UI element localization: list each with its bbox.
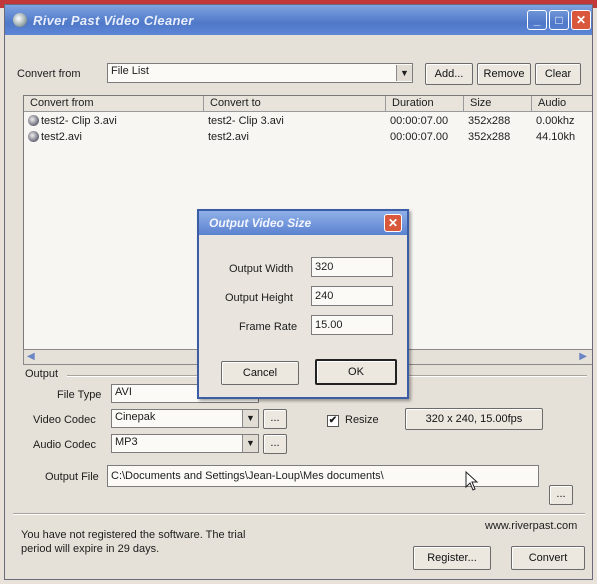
output-file-label: Output File	[45, 471, 99, 483]
mouse-cursor-icon	[465, 471, 479, 491]
output-height-label: Output Height	[225, 292, 293, 304]
add-button[interactable]: Add...	[425, 63, 473, 85]
resize-settings-button[interactable]: 320 x 240, 15.00fps	[405, 408, 543, 430]
row-duration: 00:00:07.00	[390, 131, 449, 143]
row-audio: 44.10kh	[536, 131, 576, 143]
trial-notice-line2: period will expire in 29 days.	[21, 543, 160, 555]
audio-codec-select[interactable]: MP3 ▼	[111, 434, 259, 453]
column-header-convert-to[interactable]: Convert to	[204, 96, 386, 112]
row-duration: 00:00:07.00	[390, 115, 449, 127]
output-width-input[interactable]: 320	[311, 257, 393, 277]
register-button[interactable]: Register...	[413, 546, 491, 570]
video-codec-select[interactable]: Cinepak ▼	[111, 409, 259, 428]
row-target-name: test2.avi	[208, 131, 249, 143]
video-file-icon	[28, 115, 39, 126]
row-source-name: test2- Clip 3.avi	[41, 115, 117, 127]
row-source-cell: test2.avi	[28, 131, 202, 143]
audio-codec-value: MP3	[115, 436, 138, 448]
row-audio: 0.00khz	[536, 115, 575, 127]
chevron-down-icon[interactable]: ▼	[242, 410, 258, 427]
row-size: 352x288	[468, 131, 511, 143]
window-title: River Past Video Cleaner	[33, 13, 194, 28]
dialog-cancel-button[interactable]: Cancel	[221, 361, 299, 385]
output-height-input[interactable]: 240	[311, 286, 393, 306]
scroll-right-icon[interactable]: ▶	[579, 351, 587, 362]
row-target-name: test2- Clip 3.avi	[208, 115, 284, 127]
resize-label: Resize	[345, 414, 379, 426]
dialog-ok-button[interactable]: OK	[315, 359, 397, 385]
chevron-down-icon[interactable]: ▼	[396, 65, 412, 81]
convert-from-label: Convert from	[17, 68, 81, 80]
video-codec-settings-button[interactable]: ...	[263, 409, 287, 429]
chevron-down-icon[interactable]: ▼	[242, 435, 258, 452]
frame-rate-input[interactable]: 15.00	[311, 315, 393, 335]
frame-rate-label: Frame Rate	[239, 321, 298, 333]
video-codec-label: Video Codec	[33, 414, 96, 426]
convert-button[interactable]: Convert	[511, 546, 585, 570]
scroll-left-icon[interactable]: ◀	[27, 351, 35, 362]
output-group-label: Output	[25, 368, 59, 380]
output-file-browse-button[interactable]: ...	[549, 485, 573, 505]
video-codec-value: Cinepak	[115, 411, 156, 423]
app-icon	[13, 13, 27, 27]
audio-codec-label: Audio Codec	[33, 439, 96, 451]
table-row[interactable]: test2.avi test2.avi 00:00:07.00 352x288 …	[24, 129, 592, 145]
row-source-name: test2.avi	[41, 131, 82, 143]
remove-button[interactable]: Remove	[477, 63, 531, 85]
website-link[interactable]: www.riverpast.com	[485, 520, 577, 532]
maximize-button[interactable]: □	[549, 10, 569, 30]
column-header-audio[interactable]: Audio	[532, 96, 592, 112]
source-select-value: File List	[111, 65, 149, 77]
output-width-label: Output Width	[229, 263, 294, 275]
file-type-label: File Type	[57, 389, 102, 401]
main-window: River Past Video Cleaner _ □ ✕ Convert f…	[4, 4, 593, 580]
title-bar: River Past Video Cleaner _ □ ✕	[5, 5, 592, 35]
dialog-title-bar: Output Video Size ✕	[199, 211, 407, 235]
column-header-convert-from[interactable]: Convert from	[24, 96, 204, 112]
video-file-icon	[28, 131, 39, 142]
minimize-button[interactable]: _	[527, 10, 547, 30]
dialog-title: Output Video Size	[209, 216, 312, 230]
footer-divider	[13, 513, 585, 515]
source-select[interactable]: File List ▼	[107, 63, 413, 83]
row-source-cell: test2- Clip 3.avi	[28, 115, 202, 127]
clear-button[interactable]: Clear	[535, 63, 581, 85]
row-size: 352x288	[468, 115, 511, 127]
trial-notice-line1: You have not registered the software. Th…	[21, 529, 246, 541]
dialog-close-button[interactable]: ✕	[384, 214, 402, 232]
table-row[interactable]: test2- Clip 3.avi test2- Clip 3.avi 00:0…	[24, 113, 592, 129]
resize-checkbox[interactable]: ✔	[327, 415, 339, 427]
column-header-size[interactable]: Size	[464, 96, 532, 112]
output-video-size-dialog: Output Video Size ✕ Output Width 320 Out…	[197, 209, 409, 399]
audio-codec-settings-button[interactable]: ...	[263, 434, 287, 454]
column-header-duration[interactable]: Duration	[386, 96, 464, 112]
close-button[interactable]: ✕	[571, 10, 591, 30]
